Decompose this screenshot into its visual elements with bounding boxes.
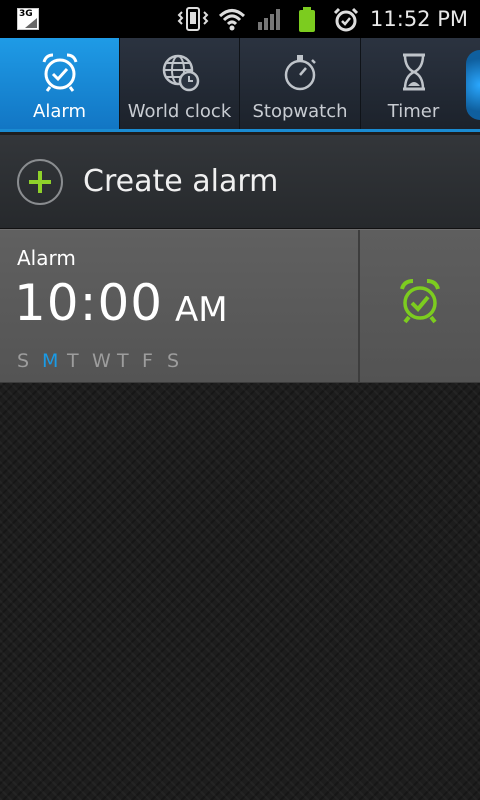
create-alarm-button[interactable]: Create alarm xyxy=(0,135,480,229)
create-alarm-label: Create alarm xyxy=(83,164,279,199)
day-friday: F xyxy=(142,350,153,372)
alarm-toggle-button[interactable] xyxy=(360,230,480,382)
alarm-time: 10:00 xyxy=(14,274,164,332)
tab-timer[interactable]: Timer xyxy=(361,38,480,129)
alarm-clock-icon xyxy=(42,53,77,92)
tab-bar: Alarm World clock Stopwatch Timer xyxy=(0,38,480,132)
signal-icon xyxy=(258,9,280,30)
status-time: 11:52 PM xyxy=(370,7,468,31)
day-wednesday: W xyxy=(92,350,111,372)
tab-alarm[interactable]: Alarm xyxy=(0,38,120,129)
empty-list-background xyxy=(0,383,480,800)
vibrate-icon xyxy=(177,7,209,31)
tab-alarm-label: Alarm xyxy=(33,101,86,122)
alarm-repeat-days: SMTWTFS xyxy=(17,350,192,372)
hourglass-icon xyxy=(402,53,425,91)
alarm-ampm: AM xyxy=(175,290,228,330)
day-saturday: S xyxy=(167,350,180,372)
day-tuesday: T xyxy=(67,350,79,372)
day-sunday: S xyxy=(17,350,30,372)
globe-clock-icon xyxy=(162,54,199,92)
network-3g-icon: 3G xyxy=(17,8,39,30)
wifi-icon xyxy=(218,9,246,31)
stopwatch-icon xyxy=(284,55,316,91)
alarm-name: Alarm xyxy=(17,246,76,270)
scroll-edge-indicator xyxy=(466,50,480,120)
day-thursday: T xyxy=(117,350,129,372)
tab-timer-label: Timer xyxy=(387,101,440,122)
tab-world-clock[interactable]: World clock xyxy=(120,38,240,129)
tab-stopwatch[interactable]: Stopwatch xyxy=(240,38,361,129)
tab-world-clock-label: World clock xyxy=(127,101,232,122)
day-monday: M xyxy=(42,350,59,372)
alarm-list-item[interactable]: Alarm 10:00 AM SMTWTFS xyxy=(0,229,480,383)
alarm-details[interactable]: Alarm 10:00 AM SMTWTFS xyxy=(0,230,358,382)
battery-icon xyxy=(299,7,315,32)
alarm-status-icon xyxy=(333,7,359,32)
plus-icon xyxy=(17,159,63,205)
tab-stopwatch-label: Stopwatch xyxy=(252,101,348,122)
status-bar: 3G 11:52 PM xyxy=(0,0,480,38)
alarm-on-icon xyxy=(400,279,440,324)
